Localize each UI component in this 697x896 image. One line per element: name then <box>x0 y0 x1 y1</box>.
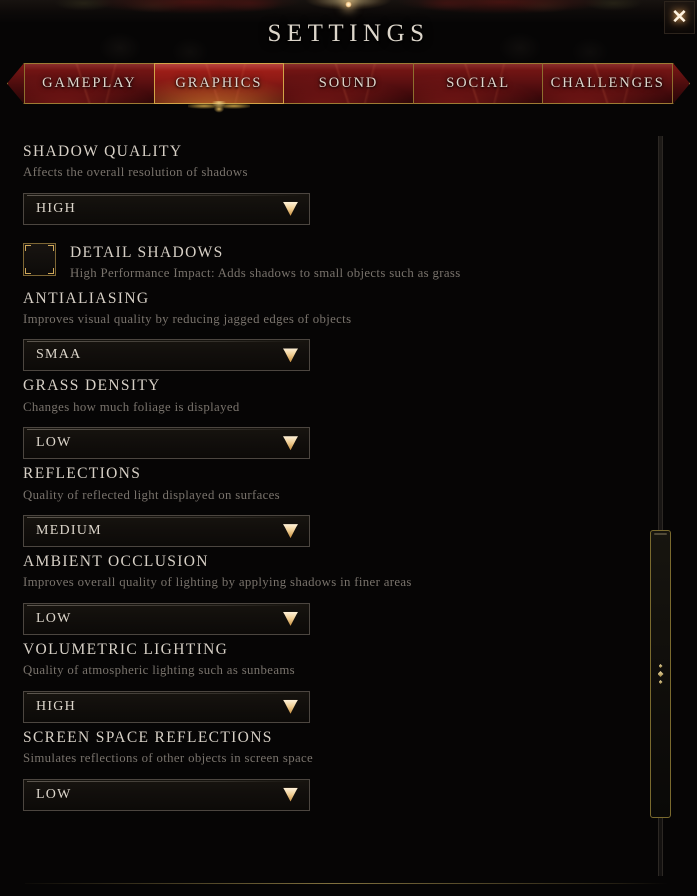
tab-bar-left-cap <box>7 63 24 104</box>
setting-description: Improves visual quality by reducing jagg… <box>23 312 352 326</box>
tab-label: GAMEPLAY <box>42 75 137 91</box>
setting-description: Quality of reflected light displayed on … <box>23 487 281 502</box>
setting-label: GRASS DENSITY <box>23 377 161 395</box>
setting-row-screen-space-reflections: SCREEN SPACE REFLECTIONS Simulates reflec… <box>23 727 648 811</box>
setting-label: AMBIENT OCCLUSION <box>23 553 209 571</box>
setting-label: SHADOW QUALITY <box>23 143 183 160</box>
chevron-down-icon <box>283 611 298 626</box>
tab-label: SOCIAL <box>446 75 510 91</box>
setting-label: DETAIL SHADOWS <box>70 243 224 261</box>
setting-row-antialiasing: ANTIALIASING Improves visual quality by r… <box>23 288 648 372</box>
setting-label: ANTIALIASING <box>23 289 150 307</box>
tab-challenges[interactable]: CHALLENGES <box>542 63 673 104</box>
dropdown-value: HIGH <box>36 200 76 216</box>
scrollbar-thumb[interactable] <box>650 530 671 818</box>
ornate-top-border <box>0 0 697 22</box>
close-icon: ✕ <box>671 7 688 28</box>
grip-dots-icon <box>657 664 664 684</box>
setting-description: Improves overall quality of lighting by … <box>23 575 412 590</box>
chevron-down-icon <box>283 524 298 539</box>
bottom-divider <box>25 883 668 884</box>
tab-label: GRAPHICS <box>175 75 263 91</box>
dropdown-value: MEDIUM <box>36 523 102 539</box>
dropdown-value: LOW <box>36 610 72 626</box>
dropdown-value: LOW <box>36 786 72 802</box>
tab-social[interactable]: SOCIAL <box>412 63 544 104</box>
setting-row-shadow-quality: SHADOW QUALITY Affects the overall resolu… <box>23 141 648 225</box>
tab-sound[interactable]: SOUND <box>283 63 414 104</box>
dropdown-shadow-quality[interactable]: HIGH <box>23 192 310 225</box>
setting-label: SCREEN SPACE REFLECTIONS <box>23 728 273 746</box>
setting-label: REFLECTIONS <box>23 465 142 483</box>
dropdown-antialiasing[interactable]: SMAA <box>23 339 310 372</box>
settings-tab-bar: GAMEPLAY GRAPHICS SOUND SOCIAL CHALLENGES <box>7 63 690 104</box>
close-button[interactable]: ✕ <box>664 1 695 34</box>
checkbox-text-block: DETAIL SHADOWS High Performance Impact: A… <box>70 241 461 284</box>
chevron-down-icon <box>283 348 298 363</box>
setting-description: Affects the overall resolution of shadow… <box>23 165 248 180</box>
setting-description: Simulates reflections of other objects i… <box>23 751 314 766</box>
settings-list: SHADOW QUALITY Affects the overall resolu… <box>0 127 648 872</box>
setting-label: VOLUMETRIC LIGHTING <box>23 640 229 658</box>
setting-row-grass-density: GRASS DENSITY Changes how much foliage is… <box>23 375 648 460</box>
setting-description: Changes how much foliage is displayed <box>23 399 240 414</box>
dropdown-value: LOW <box>36 435 72 451</box>
tab-label: SOUND <box>318 75 379 91</box>
page-title: SETTINGS <box>267 20 430 47</box>
dropdown-screen-space-reflections[interactable]: LOW <box>23 778 310 811</box>
setting-row-reflections: REFLECTIONS Quality of reflected light di… <box>23 463 648 548</box>
dropdown-ambient-occlusion[interactable]: LOW <box>23 602 310 635</box>
chevron-down-icon <box>283 436 298 451</box>
tab-graphics[interactable]: GRAPHICS <box>153 63 285 104</box>
tab-label: CHALLENGES <box>550 75 665 91</box>
setting-row-detail-shadows: DETAIL SHADOWS High Performance Impact: A… <box>23 241 648 284</box>
setting-row-volumetric-lighting: VOLUMETRIC LIGHTING Quality of atmospheri… <box>23 639 648 723</box>
dropdown-reflections[interactable]: MEDIUM <box>23 515 310 548</box>
setting-description: High Performance Impact: Adds shadows to… <box>70 266 461 281</box>
dropdown-grass-density[interactable]: LOW <box>23 427 310 460</box>
checkbox-detail-shadows[interactable] <box>23 242 56 276</box>
dropdown-value: SMAA <box>36 347 82 363</box>
dropdown-volumetric-lighting[interactable]: HIGH <box>23 690 310 723</box>
setting-row-ambient-occlusion: AMBIENT OCCLUSION Improves overall qualit… <box>23 551 648 635</box>
tab-gameplay[interactable]: GAMEPLAY <box>24 63 155 104</box>
chevron-down-icon <box>283 699 298 714</box>
tab-bar-right-cap <box>673 63 690 104</box>
setting-description: Quality of atmospheric lighting such as … <box>23 663 295 678</box>
chevron-down-icon <box>283 787 298 802</box>
chevron-down-icon <box>283 201 298 216</box>
dropdown-value: HIGH <box>36 698 76 714</box>
